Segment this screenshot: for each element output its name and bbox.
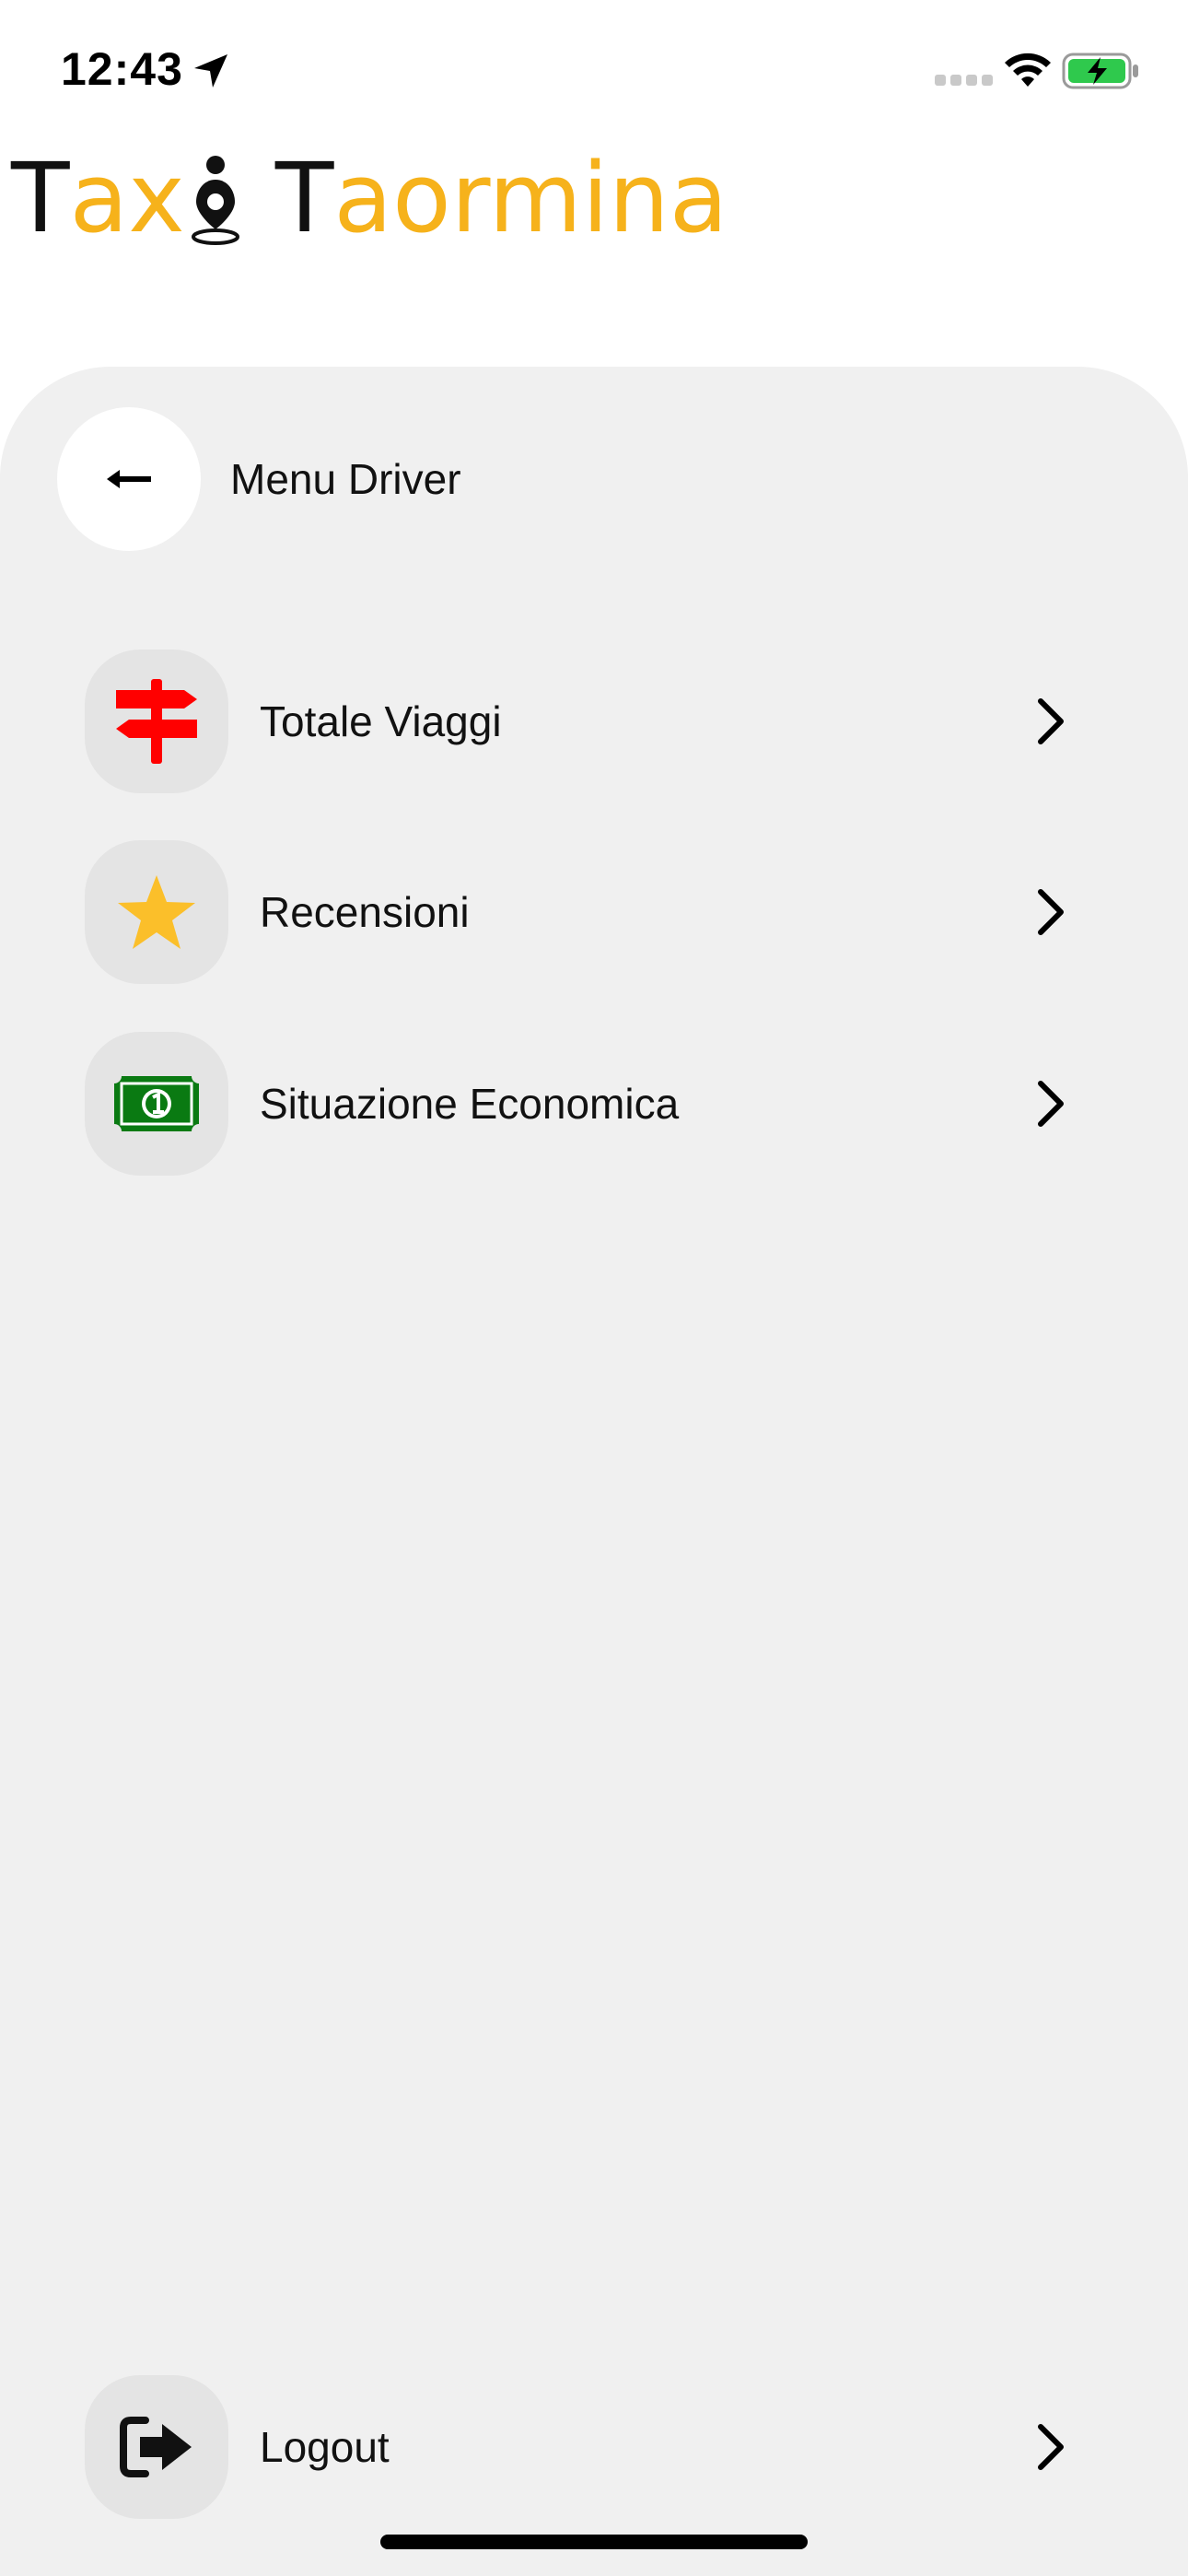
page-title: Menu Driver (230, 455, 461, 503)
logo-letter-t1: T (11, 142, 70, 254)
menu-icon-box (85, 650, 228, 793)
status-time: 12:43 (61, 42, 231, 96)
menu-icon-box (85, 1032, 228, 1176)
logout-item[interactable]: Logout (85, 2375, 1107, 2519)
screen: 12:43 T ax T aormina Menu Driver Totale … (0, 0, 1188, 2576)
wifi-icon (1005, 53, 1051, 87)
app-logo: T ax T aormina (11, 147, 728, 249)
battery-charging-icon (1062, 53, 1138, 89)
menu-icon-box (85, 840, 228, 984)
menu-item-label: Recensioni (260, 888, 470, 936)
banknote-icon (112, 1074, 201, 1133)
menu-item-totale-viaggi[interactable]: Totale Viaggi (85, 650, 1107, 793)
signal-dots-icon (935, 75, 993, 86)
star-icon (118, 875, 195, 949)
logo-text-aormina: aormina (333, 142, 728, 254)
chevron-right-icon (1038, 1081, 1064, 1127)
arrow-left-icon (107, 470, 151, 488)
chevron-right-icon (1038, 889, 1064, 935)
logout-label: Logout (260, 2423, 390, 2471)
status-bar: 12:43 (0, 0, 1188, 138)
menu-item-label: Situazione Economica (260, 1080, 680, 1128)
location-pin-icon (191, 156, 239, 245)
chevron-right-icon (1038, 2424, 1064, 2470)
chevron-right-icon (1038, 698, 1064, 744)
menu-item-recensioni[interactable]: Recensioni (85, 840, 1107, 984)
logo-letter-t2: T (274, 142, 334, 254)
home-indicator[interactable] (380, 2535, 808, 2549)
menu-item-label: Totale Viaggi (260, 697, 502, 745)
logout-icon (120, 2417, 192, 2477)
back-button[interactable] (57, 407, 201, 551)
signpost-icon (116, 679, 197, 764)
location-arrow-icon (191, 49, 231, 89)
menu-icon-box (85, 2375, 228, 2519)
logo-text-ax: ax (69, 142, 185, 254)
menu-item-situazione-economica[interactable]: Situazione Economica (85, 1032, 1107, 1176)
status-time-text: 12:43 (61, 43, 183, 95)
